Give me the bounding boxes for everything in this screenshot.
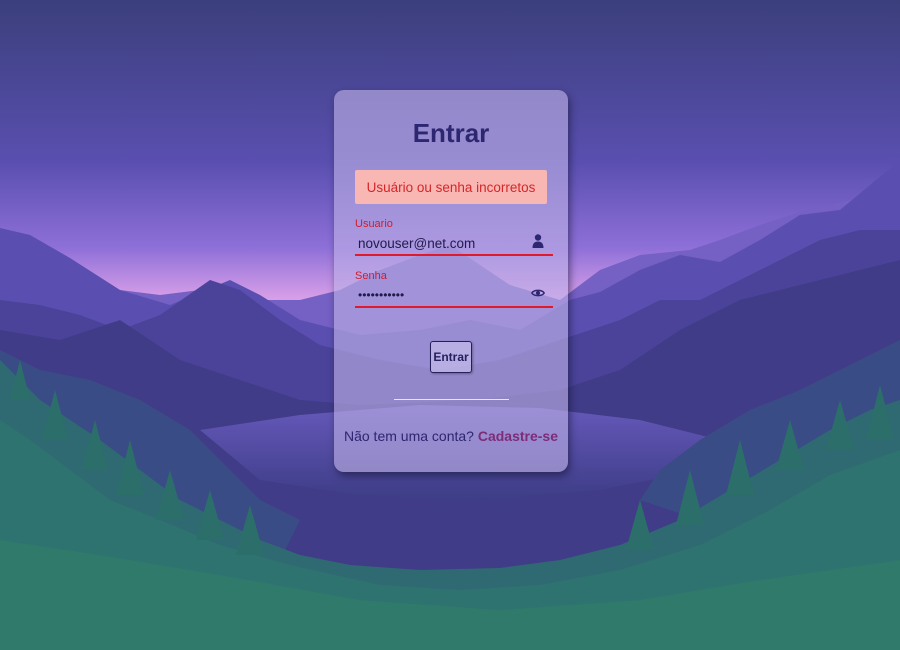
divider xyxy=(394,399,509,400)
username-field: Usuario xyxy=(355,218,553,258)
signup-text: Não tem uma conta? xyxy=(343,428,474,444)
login-title: Entrar xyxy=(412,118,490,148)
signup-prompt: Não tem uma conta? Cadastre-se xyxy=(334,428,568,444)
submit-button[interactable]: Entrar xyxy=(430,341,472,373)
username-label: Usuario xyxy=(355,218,393,230)
password-field: Senha xyxy=(355,270,553,310)
username-input[interactable] xyxy=(355,230,553,256)
eye-icon[interactable] xyxy=(531,285,545,301)
login-card: Entrar Usuário ou senha incorretos Usuar… xyxy=(334,90,568,472)
password-label: Senha xyxy=(355,270,387,282)
password-input[interactable] xyxy=(355,282,553,308)
user-icon xyxy=(532,234,544,248)
error-alert: Usuário ou senha incorretos xyxy=(355,170,547,204)
signup-link[interactable]: Cadastre-se xyxy=(478,428,558,444)
error-message: Usuário ou senha incorretos xyxy=(366,179,536,195)
